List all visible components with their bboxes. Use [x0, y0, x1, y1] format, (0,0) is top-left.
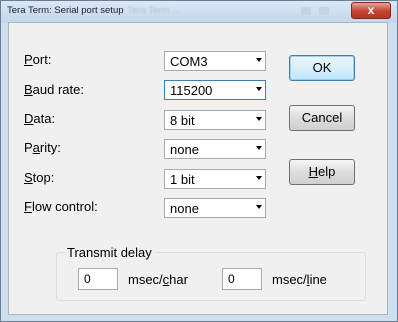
char-delay-input[interactable]: 0 — [78, 268, 118, 290]
parity-label: Parity: — [24, 140, 61, 155]
ghost-minimize-icon — [301, 7, 311, 15]
parity-select[interactable]: none — [164, 139, 266, 159]
stop-bits-select[interactable]: 1 bit — [164, 169, 266, 189]
baud-rate-select[interactable]: 115200 — [164, 80, 266, 100]
line-delay-unit: msec/line — [272, 272, 327, 287]
cancel-button[interactable]: Cancel — [289, 105, 355, 131]
line-delay-input[interactable]: 0 — [222, 268, 262, 290]
flow-control-label: Flow control: — [24, 199, 98, 214]
close-button[interactable]: x — [351, 2, 391, 19]
chevron-down-icon — [256, 117, 262, 121]
background-window-title: . . Tera Term ... — [117, 5, 181, 16]
baud-rate-label: Baud rate: — [24, 82, 84, 97]
chevron-down-icon — [256, 87, 262, 91]
parity-value: none — [170, 142, 199, 157]
port-select[interactable]: COM3 — [164, 51, 266, 71]
stop-bits-value: 1 bit — [170, 172, 195, 187]
data-bits-label: Data: — [24, 111, 56, 126]
stop-bits-label: Stop: — [24, 170, 55, 185]
title-bar[interactable]: Tera Term: Serial port setup . . Tera Te… — [1, 1, 397, 23]
flow-control-value: none — [170, 201, 199, 216]
flow-control-select[interactable]: none — [164, 198, 266, 218]
baud-rate-value: 115200 — [170, 83, 213, 98]
chevron-down-icon — [256, 58, 262, 62]
help-button[interactable]: Help — [289, 159, 355, 185]
ghost-maximize-icon — [319, 7, 329, 15]
chevron-down-icon — [256, 176, 262, 180]
chevron-down-icon — [256, 205, 262, 209]
chevron-down-icon — [256, 146, 262, 150]
port-value: COM3 — [170, 54, 208, 69]
window-title: Tera Term: Serial port setup — [7, 5, 124, 16]
transmit-delay-title: Transmit delay — [64, 245, 155, 260]
data-bits-select[interactable]: 8 bit — [164, 110, 266, 130]
port-label: Port: — [24, 52, 52, 67]
data-bits-value: 8 bit — [170, 113, 195, 128]
char-delay-unit: msec/char — [128, 272, 188, 287]
ok-button[interactable]: OK — [289, 55, 355, 81]
